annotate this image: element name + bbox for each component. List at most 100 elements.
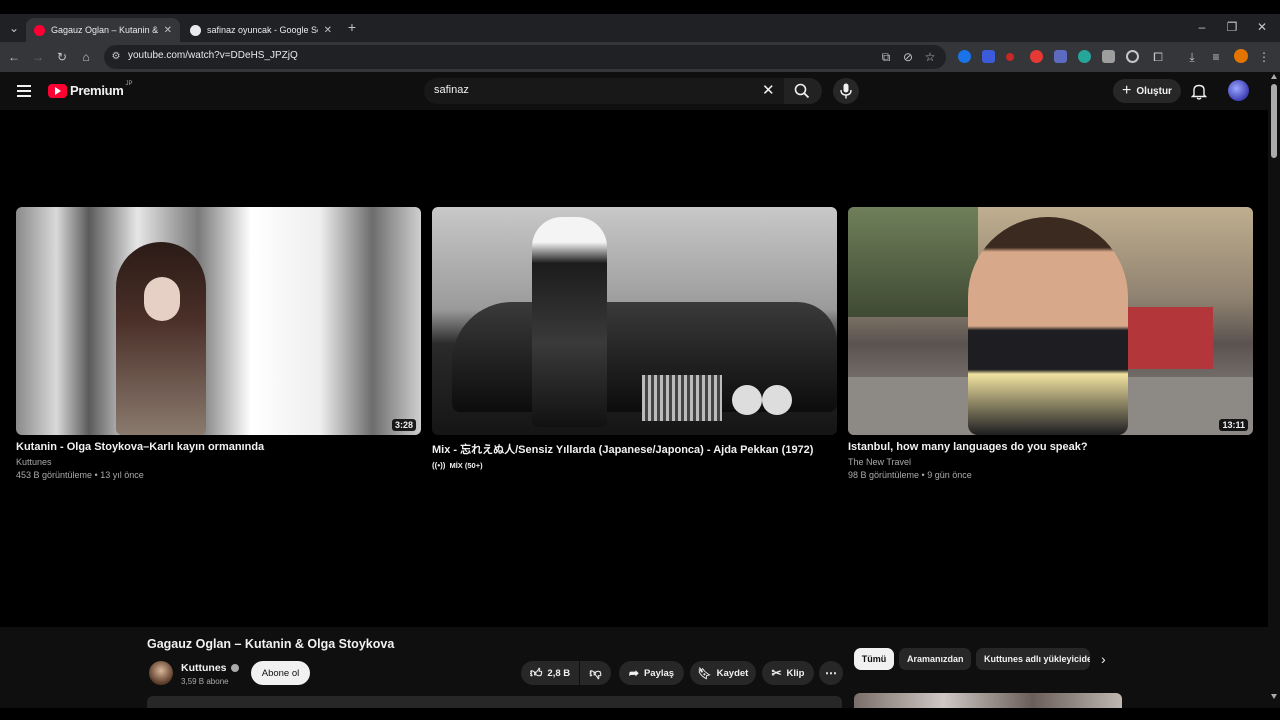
close-window-icon[interactable]: ✕ bbox=[1254, 19, 1270, 35]
extension-icon[interactable] bbox=[1126, 50, 1139, 63]
plus-icon: + bbox=[1122, 82, 1132, 99]
site-info-icon[interactable]: ⚙ bbox=[108, 49, 124, 65]
video-card[interactable]: Mix - 忘れえぬ人/Sensiz Yıllarda (Japanese/Ja… bbox=[432, 207, 837, 470]
video-title[interactable]: Istanbul, how many languages do you spea… bbox=[848, 441, 1253, 453]
scroll-down-arrow-icon[interactable] bbox=[1271, 694, 1277, 699]
tab-title: safinaz oyuncak - Google Search bbox=[207, 25, 318, 35]
dislike-button[interactable]: 👎︎ bbox=[580, 661, 611, 685]
restore-icon[interactable]: ❐ bbox=[1224, 19, 1240, 35]
video-card[interactable]: 13:11 Istanbul, how many languages do yo… bbox=[848, 207, 1253, 480]
menu-kebab-icon[interactable]: ⋮ bbox=[1256, 49, 1272, 65]
search-input[interactable]: safinaz ✕ bbox=[424, 78, 822, 104]
voice-search-button[interactable] bbox=[833, 78, 859, 104]
video-meta: 453 B görüntüleme • 13 yıl önce bbox=[16, 470, 144, 480]
video-card[interactable]: 3:28 Kutanin - Olga Stoykova–Karlı kayın… bbox=[16, 207, 421, 480]
save-button[interactable]: 🔖︎ Kaydet bbox=[690, 661, 756, 685]
recommendation-thumbnail-peek[interactable] bbox=[854, 693, 1122, 708]
eye-off-icon[interactable]: ⊘ bbox=[900, 49, 916, 65]
video-title[interactable]: Kutanin - Olga Stoykova–Karlı kayın orma… bbox=[16, 441, 421, 453]
channel-avatar[interactable] bbox=[149, 661, 173, 685]
video-thumbnail[interactable]: 3:28 bbox=[16, 207, 421, 435]
chip-label: Tümü bbox=[861, 654, 887, 664]
search-button[interactable] bbox=[784, 78, 822, 104]
extension-icon[interactable] bbox=[1078, 50, 1091, 63]
extension-icon[interactable] bbox=[1102, 50, 1115, 63]
forward-icon[interactable]: → bbox=[30, 49, 46, 65]
video-title[interactable]: Mix - 忘れえぬ人/Sensiz Yıllarda (Japanese/Ja… bbox=[432, 441, 837, 457]
extension-icon[interactable] bbox=[958, 50, 971, 63]
thumbs-up-icon: 👍︎ bbox=[529, 665, 543, 680]
browser-tab-google[interactable]: safinaz oyuncak - Google Search ✕ bbox=[182, 18, 340, 42]
download-icon[interactable]: ⤓ bbox=[1184, 49, 1200, 65]
profile-avatar[interactable] bbox=[1234, 49, 1248, 63]
google-favicon-icon bbox=[190, 24, 201, 36]
clip-button[interactable]: ✂ Klip bbox=[762, 661, 814, 685]
minimize-icon[interactable]: – bbox=[1194, 19, 1210, 35]
youtube-logo[interactable]: Premium JP bbox=[48, 80, 133, 98]
extension-icon[interactable] bbox=[1054, 50, 1067, 63]
browser-toolbar: ← → ↻ ⌂ ⚙ youtube.com/watch?v=DDeHS_JPZj… bbox=[0, 42, 1280, 72]
account-avatar[interactable] bbox=[1228, 80, 1249, 101]
video-duration: 13:11 bbox=[1219, 419, 1248, 431]
logo-country: JP bbox=[125, 80, 133, 87]
url-text: youtube.com/watch?v=DDeHS_JPZjQ bbox=[128, 50, 298, 61]
tab-title: Gagauz Oglan – Kutanin & Olga bbox=[51, 25, 158, 35]
browser-tab-youtube[interactable]: Gagauz Oglan – Kutanin & Olga ✕ bbox=[26, 18, 180, 42]
create-button[interactable]: + Oluştur bbox=[1113, 79, 1181, 103]
bookmark-star-icon[interactable]: ☆ bbox=[922, 49, 938, 65]
extensions-puzzle-icon[interactable]: ⧠ bbox=[1150, 49, 1166, 65]
scroll-up-arrow-icon[interactable] bbox=[1271, 74, 1277, 79]
extension-icon[interactable] bbox=[1030, 50, 1043, 63]
tab-close-icon[interactable]: ✕ bbox=[324, 25, 332, 36]
chevron-right-icon[interactable]: › bbox=[1101, 651, 1106, 667]
video-thumbnail[interactable]: 13:11 bbox=[848, 207, 1253, 435]
scissors-icon: ✂ bbox=[771, 666, 782, 680]
back-icon[interactable]: ← bbox=[6, 49, 22, 65]
more-actions-button[interactable]: ⋯ bbox=[819, 661, 843, 685]
youtube-header: Premium JP safinaz ✕ + Oluştur bbox=[0, 72, 1268, 110]
home-icon[interactable]: ⌂ bbox=[78, 49, 94, 65]
share-label: Paylaş bbox=[643, 667, 675, 679]
video-thumbnail[interactable] bbox=[432, 207, 837, 435]
verified-icon bbox=[230, 664, 239, 672]
save-label: Kaydet bbox=[716, 667, 749, 679]
description-box-peek[interactable] bbox=[147, 696, 842, 708]
watch-info-panel: Gagauz Oglan – Kutanin & Olga Stoykova K… bbox=[0, 627, 1268, 708]
clear-search-icon[interactable]: ✕ bbox=[762, 81, 775, 99]
create-label: Oluştur bbox=[1136, 85, 1172, 97]
page-scrollbar[interactable] bbox=[1268, 72, 1280, 708]
notifications-bell-icon[interactable] bbox=[1191, 83, 1207, 100]
broadcast-icon: ((•)) bbox=[432, 461, 446, 470]
filter-chip-all[interactable]: Tümü bbox=[854, 648, 894, 670]
scrollbar-thumb[interactable] bbox=[1271, 84, 1277, 158]
tab-close-icon[interactable]: ✕ bbox=[164, 25, 172, 36]
tab-search-icon[interactable]: ⌄ bbox=[6, 20, 22, 36]
like-button[interactable]: 👍︎ 2,8 B bbox=[521, 661, 579, 685]
subscribe-label: Abone ol bbox=[261, 667, 300, 679]
filter-chip-uploader[interactable]: Kuttunes adlı yükleyiciden bbox=[976, 648, 1090, 670]
search-icon bbox=[794, 83, 810, 99]
subscribe-button[interactable]: Abone ol bbox=[251, 661, 310, 685]
channel-name[interactable]: Kuttunes bbox=[181, 662, 227, 674]
extension-icon[interactable] bbox=[982, 50, 995, 63]
video-channel[interactable]: Kuttunes bbox=[16, 457, 421, 467]
search-query: safinaz bbox=[434, 84, 469, 96]
chip-label: Kuttunes adlı yükleyiciden bbox=[984, 654, 1090, 664]
address-bar[interactable]: ⚙ youtube.com/watch?v=DDeHS_JPZjQ ⧉ ⊘ ☆ bbox=[104, 45, 946, 69]
youtube-play-icon bbox=[48, 83, 67, 98]
new-tab-button[interactable]: + bbox=[344, 19, 360, 35]
video-channel[interactable]: The New Travel bbox=[848, 457, 1253, 467]
video-duration: 3:28 bbox=[391, 419, 416, 431]
youtube-favicon-icon bbox=[34, 24, 45, 36]
filter-chip-from-search[interactable]: Aramanızdan bbox=[899, 648, 971, 670]
hamburger-menu-icon[interactable] bbox=[17, 85, 31, 97]
install-icon[interactable]: ⧉ bbox=[878, 49, 894, 65]
reading-list-icon[interactable]: ≡ bbox=[1208, 49, 1224, 65]
microphone-icon bbox=[840, 83, 852, 99]
reload-icon[interactable]: ↻ bbox=[54, 49, 70, 65]
video-channel: MİX (50+) bbox=[449, 461, 483, 470]
extension-icon[interactable] bbox=[1006, 53, 1014, 61]
channel-name-row: Kuttunes bbox=[181, 662, 239, 674]
clip-label: Klip bbox=[786, 667, 805, 679]
share-button[interactable]: ➦ Paylaş bbox=[619, 661, 684, 685]
